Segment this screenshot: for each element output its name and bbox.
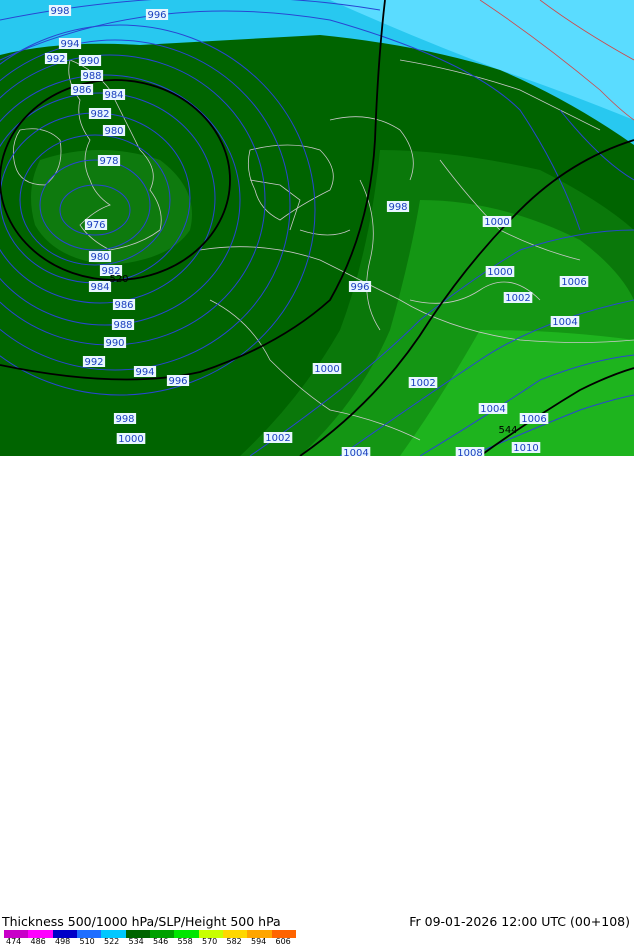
isobar-label: 992 — [46, 54, 65, 65]
isobar-label: 998 — [388, 202, 407, 213]
isobar-label: 982 — [90, 109, 109, 120]
isobar-label: 1002 — [505, 293, 530, 304]
isobar-label: 1000 — [314, 364, 339, 375]
isobar-label: 1004 — [480, 404, 505, 415]
map-title: Thickness 500/1000 hPa/SLP/Height 500 hP… — [2, 914, 281, 929]
isobar-label: 980 — [104, 126, 123, 137]
isobar-label: 978 — [99, 156, 118, 167]
isobar-label: 1008 — [457, 448, 482, 456]
isobar-label: 1006 — [521, 414, 546, 425]
isobar-label: 988 — [82, 71, 101, 82]
isobar-label: 990 — [80, 56, 99, 67]
colorbar-tick-label: 498 — [55, 937, 71, 946]
isobar-label: 1000 — [487, 267, 512, 278]
isobar-label: 976 — [86, 220, 105, 231]
height-label: 520 — [109, 274, 128, 285]
colorbar-tick-label: 582 — [226, 937, 242, 946]
isobar-label: 1002 — [265, 433, 290, 444]
colorbar-tick-label: 558 — [177, 937, 193, 946]
isobar-label: 996 — [147, 10, 166, 21]
isobar-label: 1010 — [513, 443, 538, 454]
height-label: 544 — [498, 425, 517, 436]
isobar-label: 988 — [113, 320, 132, 331]
isobar-label: 1004 — [343, 448, 368, 456]
weather-map: 998 996994992 990988986 9849829809789769809… — [0, 0, 634, 456]
isobar-label: 1000 — [484, 217, 509, 228]
isobar-label: 1000 — [118, 434, 143, 445]
isobar-label: 984 — [104, 90, 123, 101]
colorbar-tick-label: 570 — [202, 937, 218, 946]
isobar-label: 1004 — [552, 317, 577, 328]
isobar-label: 992 — [84, 357, 103, 368]
colorbar-tick-label: 522 — [104, 937, 120, 946]
isobar-label: 998 — [115, 414, 134, 425]
colorbar-tick-label: 546 — [153, 937, 169, 946]
isobar-label: 980 — [90, 252, 109, 263]
isobar-label: 1006 — [561, 277, 586, 288]
colorbar-tick-label: 510 — [79, 937, 95, 946]
isobar-label: 990 — [105, 338, 124, 349]
isobar-label: 994 — [60, 39, 79, 50]
colorbar-tick-label: 594 — [251, 937, 267, 946]
isobar-label: 984 — [90, 282, 109, 293]
caption-bar: Thickness 500/1000 hPa/SLP/Height 500 hP… — [0, 456, 634, 946]
isobar-label: 986 — [114, 300, 133, 311]
run-info: Fr 09-01-2026 12:00 UTC (00+108) — [409, 914, 630, 929]
colorbar-tick-label: 474 — [6, 937, 22, 946]
isobar-label: 998 — [50, 6, 69, 17]
colorbar-tick-label: 606 — [275, 937, 291, 946]
isobar-label: 994 — [135, 367, 154, 378]
isobar-label: 1002 — [410, 378, 435, 389]
isobar-label: 996 — [168, 376, 187, 387]
colorbar-tick-label: 486 — [30, 937, 46, 946]
isobar-label: 986 — [72, 85, 91, 96]
colorbar-ticks: 474 486 498 510 522 534 546 558 570 582 594 606 — [6, 937, 326, 946]
colorbar-tick-label: 534 — [128, 937, 144, 946]
isobar-label: 996 — [350, 282, 369, 293]
